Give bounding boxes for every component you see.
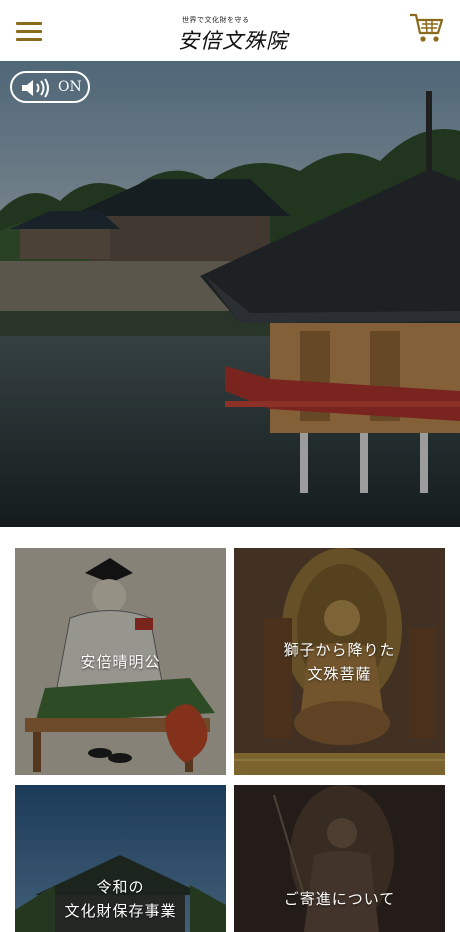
- tile-donation[interactable]: ご寄進について: [234, 785, 445, 932]
- tile-label-line: ご寄進について: [283, 890, 396, 908]
- logo-tagline: 世界で文化財を守る: [182, 16, 250, 24]
- tile-label: 獅子から降りた 文殊菩薩: [234, 638, 445, 686]
- logo-suffix: HP: [274, 40, 284, 47]
- tile-label-line: 令和の: [96, 878, 145, 896]
- sound-toggle-label: ON: [58, 79, 82, 95]
- tile-abe-no-seimei[interactable]: 安倍晴明公: [15, 548, 226, 775]
- site-logo[interactable]: 世界で文化財を守る 安倍文殊院 HP: [170, 12, 290, 53]
- tile-label: 安倍晴明公: [15, 650, 226, 674]
- app-header: 世界で文化財を守る 安倍文殊院 HP: [0, 0, 460, 62]
- temple-pond-illustration: [0, 61, 460, 527]
- tile-label-line: 文殊菩薩: [307, 665, 372, 683]
- sound-toggle-button[interactable]: ON: [10, 71, 90, 103]
- hero-temple-image: ON: [0, 61, 460, 527]
- tile-label-line: 獅子から降りた: [283, 641, 396, 659]
- tile-reiwa-preservation[interactable]: 令和の 文化財保存事業: [15, 785, 226, 932]
- tile-label: 令和の 文化財保存事業: [15, 875, 226, 923]
- speaker-volume-icon: [22, 78, 49, 98]
- shopping-cart-icon[interactable]: [408, 10, 444, 46]
- tile-label-line: 安倍晴明公: [80, 653, 161, 671]
- hamburger-menu-icon[interactable]: [16, 22, 42, 42]
- tile-monju-bosatsu[interactable]: 獅子から降りた 文殊菩薩: [234, 548, 445, 775]
- tile-label: ご寄進について: [234, 887, 445, 911]
- logo-name: 安倍文殊院: [178, 29, 288, 53]
- tile-label-line: 文化財保存事業: [64, 902, 177, 920]
